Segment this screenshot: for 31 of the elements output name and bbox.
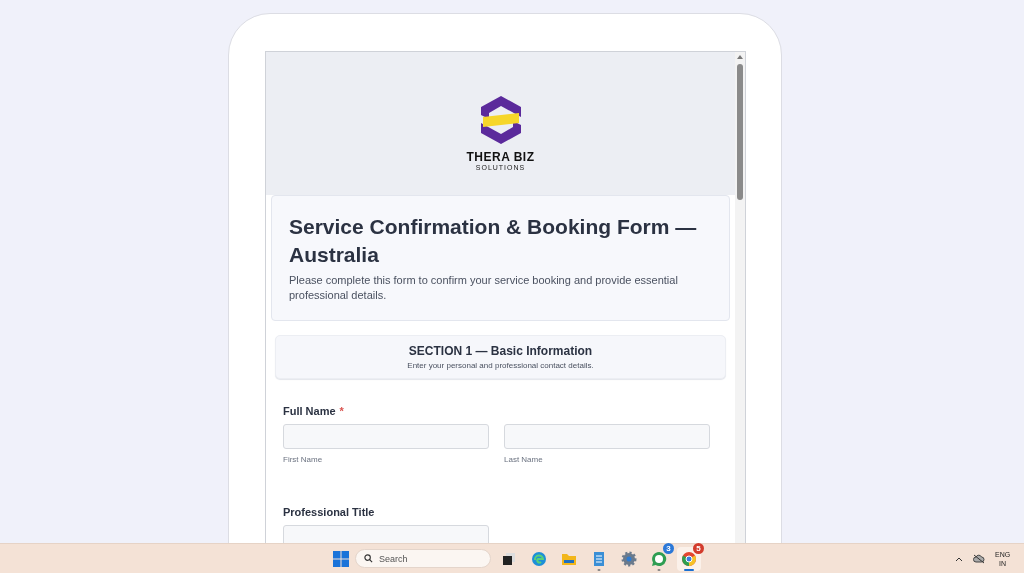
form-title: Service Confirmation & Booking Form — Australia: [289, 214, 698, 268]
chevron-up-icon[interactable]: [955, 555, 963, 562]
gear-icon: [621, 550, 637, 567]
field-sublabel: First Name: [283, 455, 324, 464]
field-sublabel: Last Name: [504, 455, 544, 464]
s-hexagon-logo-icon: [478, 95, 523, 145]
section-subtitle: Enter your personal and professional contact details.: [407, 361, 594, 370]
notification-badge: 3: [663, 542, 674, 554]
folder-icon: [561, 551, 577, 566]
form-description: Please complete this form to confirm your service booking and provide essential professional details.: [289, 273, 679, 303]
scroll-up-arrow-icon[interactable]: [737, 54, 743, 60]
field-label: Full Name *: [283, 405, 345, 417]
taskbar-app-button[interactable]: 5: [677, 546, 701, 571]
windows-logo-icon[interactable]: [333, 550, 349, 567]
input-field[interactable]: [283, 424, 489, 449]
field-label: Professional Title: [283, 506, 376, 518]
cloud-off-icon[interactable]: [973, 553, 985, 564]
chat-bubble-icon: [651, 550, 667, 567]
tricolor-circle-icon: [681, 550, 697, 567]
logo-name: THERA BIZ: [466, 150, 535, 164]
section-title: SECTION 1 — Basic Information: [408, 344, 593, 358]
search-field[interactable]: Search: [355, 549, 491, 568]
required-marker: *: [339, 405, 344, 417]
search-icon: [364, 554, 373, 563]
input-field[interactable]: [504, 424, 710, 449]
scrollbar[interactable]: [735, 52, 745, 543]
notification-badge: 5: [693, 542, 704, 554]
notepad-icon: [593, 550, 605, 567]
wave-circle-icon: [531, 550, 547, 567]
input-field[interactable]: [283, 525, 489, 543]
windows-stack-icon: [502, 551, 516, 566]
